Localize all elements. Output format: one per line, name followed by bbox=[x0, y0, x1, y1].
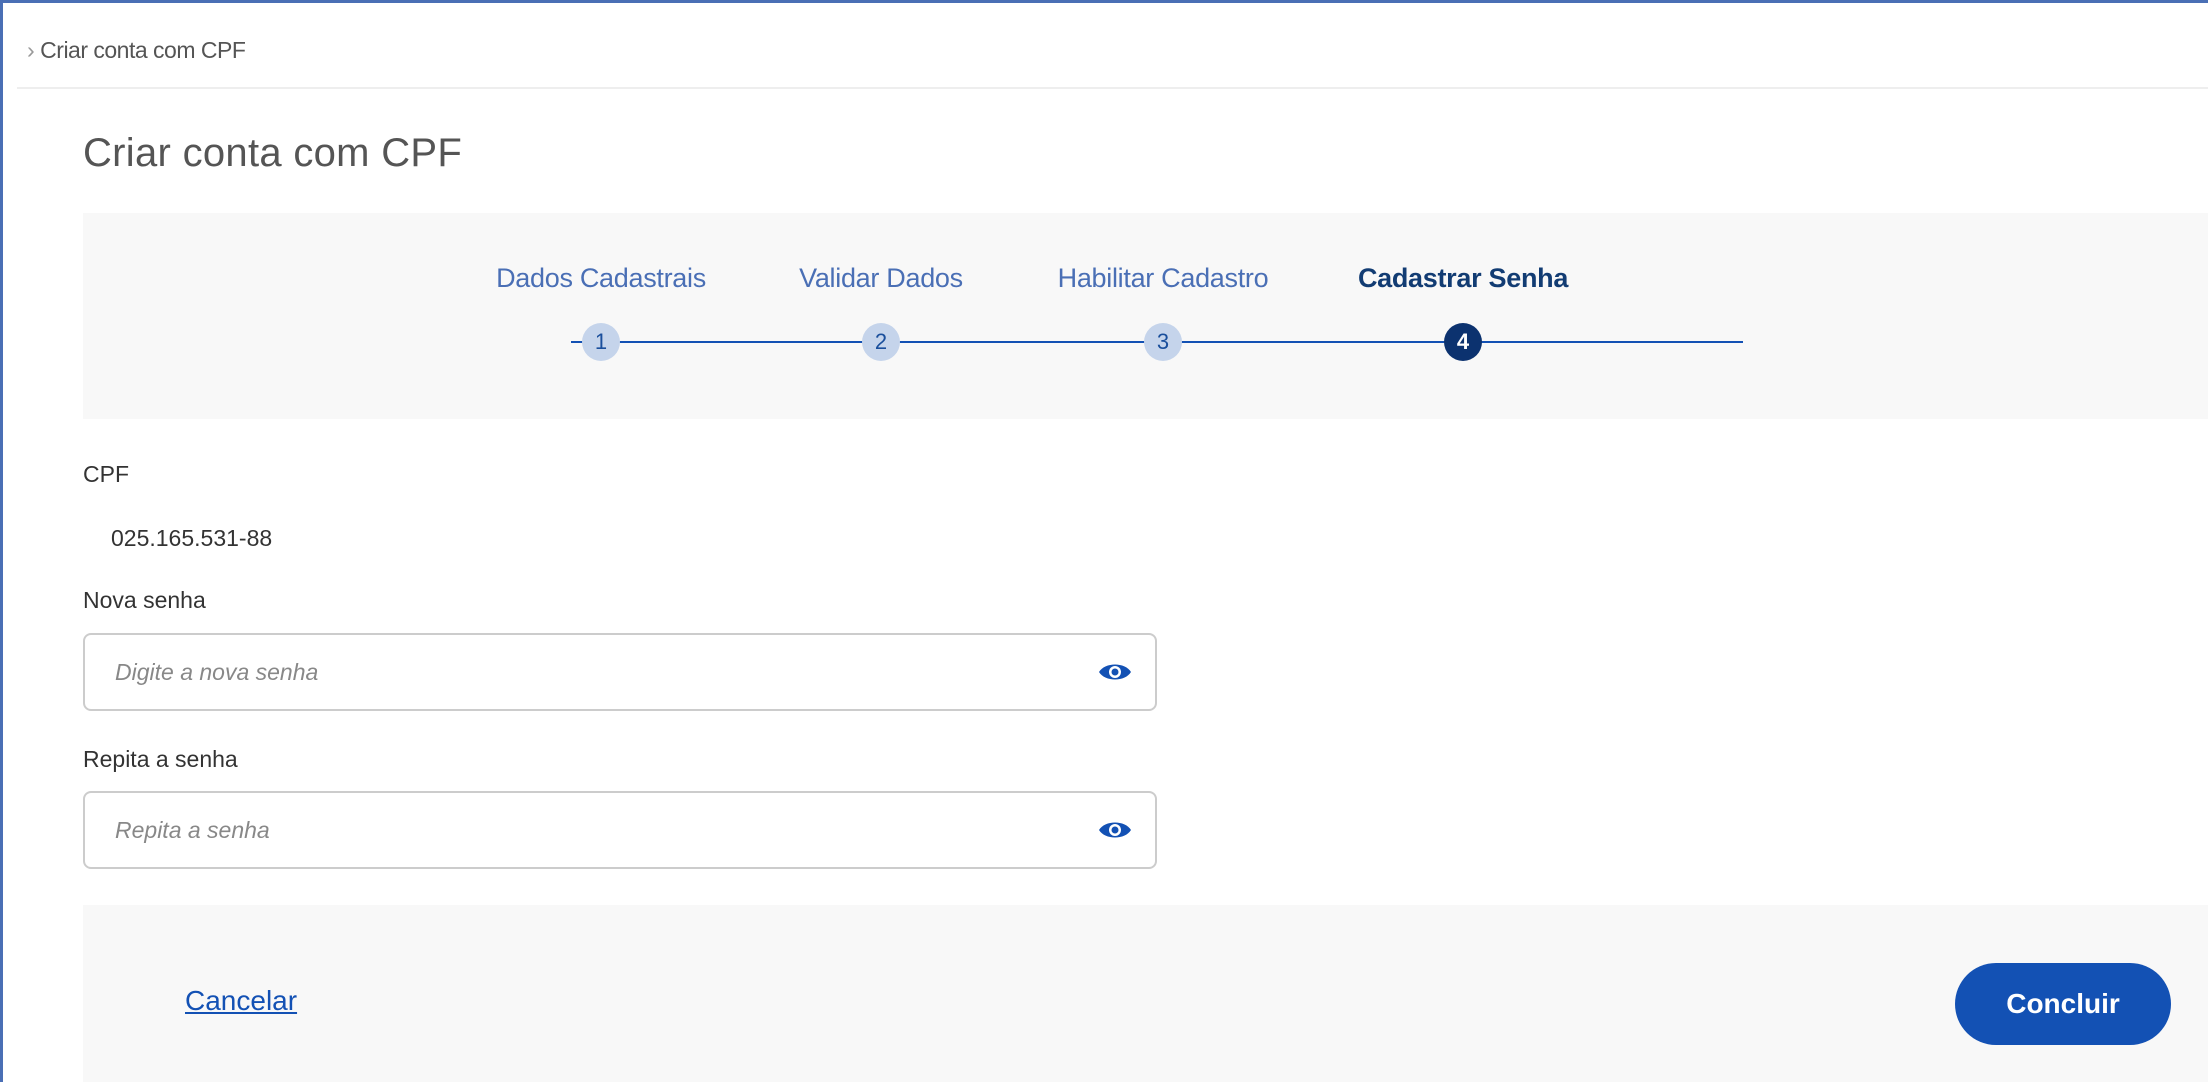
repeat-password-label: Repita a senha bbox=[83, 746, 238, 772]
breadcrumb-bar bbox=[17, 29, 2208, 89]
step-habilitar-cadastro: Habilitar Cadastro 3 bbox=[1033, 213, 1293, 419]
new-password-label: Nova senha bbox=[83, 587, 206, 613]
new-password-field bbox=[83, 633, 1157, 711]
repeat-password-field bbox=[83, 791, 1157, 869]
breadcrumb-current: Criar conta com CPF bbox=[40, 37, 246, 63]
eye-icon[interactable] bbox=[1097, 657, 1133, 687]
step-number: 3 bbox=[1144, 323, 1182, 361]
conclude-button[interactable]: Concluir bbox=[1955, 963, 2171, 1045]
stepper: Dados Cadastrais 1 Validar Dados 2 Habil… bbox=[83, 213, 2208, 419]
step-cadastrar-senha: Cadastrar Senha 4 bbox=[1333, 213, 1593, 419]
step-dados-cadastrais: Dados Cadastrais 1 bbox=[471, 213, 731, 419]
page-title: Criar conta com CPF bbox=[83, 131, 463, 175]
step-number: 1 bbox=[582, 323, 620, 361]
form-actions: Cancelar Concluir bbox=[83, 905, 2208, 1082]
repeat-password-input[interactable] bbox=[115, 793, 1075, 867]
breadcrumb-separator: › bbox=[27, 37, 35, 63]
step-label: Habilitar Cadastro bbox=[1057, 263, 1269, 293]
breadcrumb: › Criar conta com CPF bbox=[27, 37, 246, 64]
step-validar-dados: Validar Dados 2 bbox=[751, 213, 1011, 419]
step-number: 2 bbox=[862, 323, 900, 361]
cancel-link[interactable]: Cancelar bbox=[185, 985, 297, 1017]
step-label: Dados Cadastrais bbox=[496, 263, 706, 293]
app-window: › Criar conta com CPF Criar conta com CPF… bbox=[0, 0, 2208, 1082]
eye-icon[interactable] bbox=[1097, 815, 1133, 845]
cpf-value: 025.165.531-88 bbox=[111, 525, 273, 551]
step-number: 4 bbox=[1444, 323, 1482, 361]
step-label: Validar Dados bbox=[799, 263, 963, 293]
step-label: Cadastrar Senha bbox=[1357, 263, 1569, 293]
cpf-label: CPF bbox=[83, 461, 129, 487]
new-password-input[interactable] bbox=[115, 635, 1075, 709]
